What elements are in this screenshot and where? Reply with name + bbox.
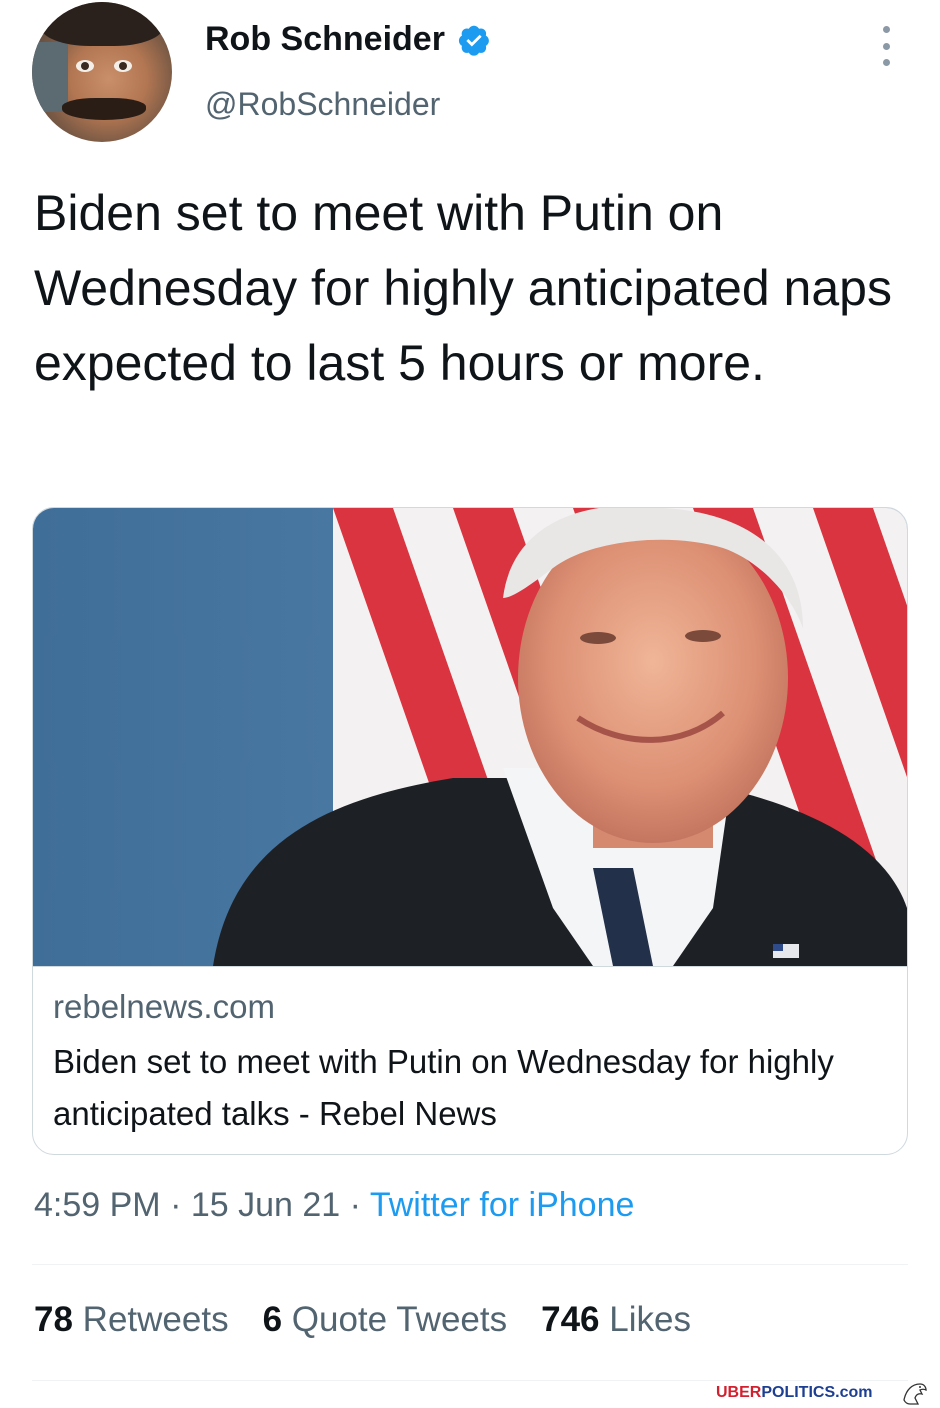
likes-label: Likes <box>609 1300 691 1339</box>
likes-count: 746 <box>541 1300 600 1339</box>
avatar-hair <box>40 2 164 46</box>
watermark-politics: POLITICS.com <box>761 1384 873 1401</box>
more-dot <box>882 42 890 50</box>
divider <box>32 1380 908 1381</box>
avatar-eye-left <box>76 60 94 72</box>
verified-badge-icon <box>458 25 489 56</box>
more-options-icon[interactable] <box>872 26 900 66</box>
avatar-eye-right <box>114 60 132 72</box>
tweet-source-link[interactable]: Twitter for iPhone <box>370 1186 635 1224</box>
quotes-label: Quote Tweets <box>291 1300 508 1339</box>
author-name[interactable]: Rob Schneider <box>205 20 445 59</box>
retweets-count: 78 <box>34 1300 73 1339</box>
tweet-meta: 4:59 PM · 15 Jun 21 · Twitter for iPhone <box>34 1186 634 1225</box>
quote-tweets-stat[interactable]: 6 Quote Tweets <box>263 1300 508 1340</box>
retweets-stat[interactable]: 78 Retweets <box>34 1300 229 1340</box>
card-image[interactable] <box>33 508 907 967</box>
retweets-label: Retweets <box>82 1300 229 1339</box>
more-dot <box>882 59 890 66</box>
meta-separator: · <box>349 1186 361 1224</box>
tweet-date[interactable]: 15 Jun 21 <box>191 1186 340 1224</box>
author-name-row[interactable]: Rob Schneider <box>205 20 491 59</box>
card-title: Biden set to meet with Putin on Wednesda… <box>53 1043 834 1132</box>
avatar-mustache <box>62 98 146 120</box>
eagle-logo-icon <box>903 1383 927 1405</box>
engagement-stats: 78 Retweets 6 Quote Tweets 746 Likes <box>34 1300 691 1340</box>
link-card[interactable]: rebelnews.com Biden set to meet with Put… <box>32 507 908 1155</box>
tweet-time[interactable]: 4:59 PM <box>34 1186 161 1224</box>
card-domain: rebelnews.com <box>53 988 275 1025</box>
author-avatar[interactable] <box>32 2 172 142</box>
site-watermark: UBERPOLITICS.com <box>716 1384 872 1402</box>
quotes-count: 6 <box>262 1300 283 1339</box>
likes-stat[interactable]: 746 Likes <box>541 1300 691 1340</box>
divider <box>32 1264 908 1265</box>
author-handle[interactable]: @RobSchneider <box>205 86 440 123</box>
meta-separator: · <box>170 1186 182 1224</box>
more-dot <box>882 26 890 33</box>
watermark-uber: UBER <box>716 1384 762 1401</box>
tweet-text: Biden set to meet with Putin on Wednesda… <box>34 185 892 391</box>
avatar-background <box>32 42 68 112</box>
